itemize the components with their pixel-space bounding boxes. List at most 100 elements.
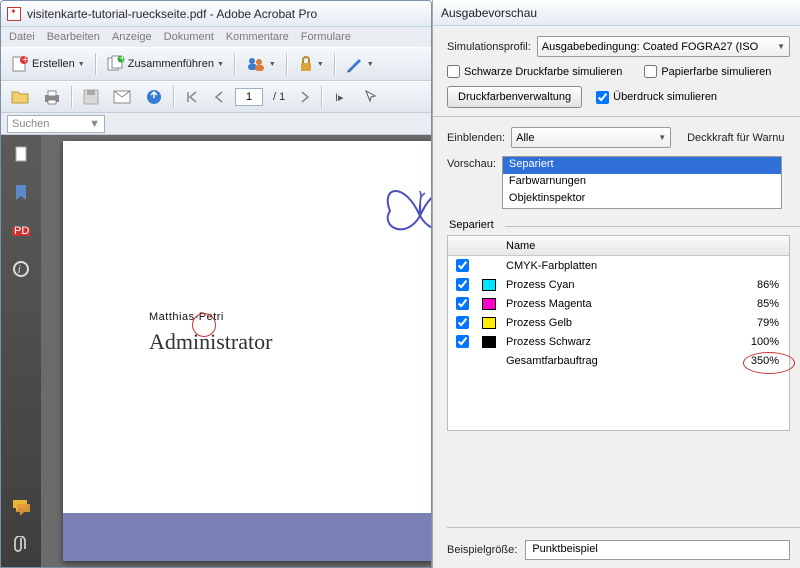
open-button[interactable] — [7, 85, 33, 109]
menu-document[interactable]: Dokument — [164, 31, 214, 43]
sample-size-label: Beispielgröße: — [447, 544, 517, 556]
simulate-overprint-checkbox[interactable]: Überdruck simulieren — [596, 91, 717, 104]
color-swatch — [482, 317, 496, 329]
checkbox-input[interactable] — [596, 91, 609, 104]
content-area: PDF i Matthias-Petri Administrator — [1, 135, 431, 567]
ink-manager-button[interactable]: Druckfarbenverwaltung — [447, 86, 582, 108]
plate-checkbox[interactable] — [456, 297, 469, 310]
plate-checkbox[interactable] — [456, 335, 469, 348]
cursor-icon — [363, 89, 379, 105]
create-pdf-icon: + — [11, 55, 29, 73]
plate-checkbox[interactable] — [456, 278, 469, 291]
search-input[interactable]: Suchen ▼ — [7, 115, 105, 133]
sample-size-field[interactable]: Punktbeispiel — [525, 540, 790, 560]
plate-checkbox[interactable] — [456, 316, 469, 329]
collab-button[interactable]: ▼ — [242, 52, 280, 76]
bookmarks-panel-icon[interactable] — [11, 183, 31, 203]
folder-icon — [11, 89, 29, 105]
plate-name: Gesamtfarbauftrag — [502, 355, 719, 367]
page-nav-prev[interactable] — [209, 85, 229, 109]
acrobat-window: visitenkarte-tutorial-rueckseite.pdf - A… — [0, 0, 432, 568]
card-name: Matthias-Petri — [149, 297, 224, 327]
chevron-down-icon: ▼ — [217, 61, 224, 68]
separator — [286, 53, 288, 75]
table-row: Prozess Gelb79% — [448, 313, 789, 332]
preview-listbox[interactable]: Separiert Farbwarnungen Objektinspektor — [502, 156, 782, 209]
save-button[interactable] — [79, 85, 103, 109]
page-nav-first[interactable] — [181, 85, 203, 109]
secure-button[interactable]: ▼ — [294, 52, 328, 76]
pdf-batch-icon[interactable]: PDF — [11, 221, 31, 241]
menu-edit[interactable]: Bearbeiten — [47, 31, 100, 43]
merge-button[interactable]: + Zusammenführen ▼ — [103, 52, 228, 76]
plate-percent: 86% — [719, 279, 789, 291]
separator — [173, 86, 175, 108]
separations-group-title: Separiert — [449, 219, 790, 231]
people-icon — [246, 55, 266, 73]
menu-file[interactable]: Datei — [9, 31, 35, 43]
pages-panel-icon[interactable] — [11, 145, 31, 165]
menu-view[interactable]: Anzeige — [112, 31, 152, 43]
create-button[interactable]: + Erstellen ▼ — [7, 52, 89, 76]
document-viewport[interactable]: Matthias-Petri Administrator — [41, 135, 431, 567]
simulation-profile-label: Simulationsprofil: — [447, 41, 531, 53]
upload-button[interactable] — [141, 85, 167, 109]
page-total-label: / 1 — [269, 91, 289, 103]
preview-option-colorwarnings[interactable]: Farbwarnungen — [503, 174, 781, 191]
table-row: Prozess Schwarz100% — [448, 332, 789, 351]
separator — [321, 86, 323, 108]
svg-text:PDF: PDF — [14, 225, 30, 237]
plate-checkbox[interactable] — [456, 259, 469, 272]
color-swatch — [482, 279, 496, 291]
email-button[interactable] — [109, 85, 135, 109]
plate-name: Prozess Gelb — [502, 317, 719, 329]
menu-forms[interactable]: Formulare — [301, 31, 351, 43]
hand-tool[interactable] — [359, 85, 383, 109]
sign-button[interactable]: ▼ — [342, 52, 378, 76]
first-page-icon — [185, 90, 199, 104]
checkbox-input[interactable] — [447, 65, 460, 78]
chevron-down-icon: ▼ — [317, 61, 324, 68]
separator — [95, 53, 97, 75]
save-icon — [83, 89, 99, 105]
show-value: Alle — [516, 132, 534, 144]
simulation-profile-dropdown[interactable]: Ausgabebedingung: Coated FOGRA27 (ISO ▼ — [537, 36, 790, 57]
table-row: Prozess Cyan86% — [448, 275, 789, 294]
menu-comments[interactable]: Kommentare — [226, 31, 289, 43]
comments-panel-icon[interactable] — [11, 497, 31, 517]
page-number-input[interactable]: 1 — [235, 88, 263, 106]
nav-sidebar: PDF i — [1, 135, 41, 567]
simulate-black-checkbox[interactable]: Schwarze Druckfarbe simulieren — [447, 65, 622, 78]
separator — [447, 527, 800, 528]
color-swatch — [482, 336, 496, 348]
table-header-row: Name — [448, 236, 789, 256]
chevron-down-icon: ▼ — [777, 42, 785, 51]
mail-icon — [113, 90, 131, 104]
preview-option-separations[interactable]: Separiert — [503, 157, 781, 174]
color-swatch — [482, 298, 496, 310]
attachments-panel-icon[interactable] — [11, 535, 31, 555]
panel-body: Simulationsprofil: Ausgabebedingung: Coa… — [433, 26, 800, 431]
page-nav-next[interactable] — [295, 85, 315, 109]
separator — [71, 86, 73, 108]
merge-icon: + — [107, 55, 125, 73]
checkbox-input[interactable] — [644, 65, 657, 78]
table-row: Gesamtfarbauftrag350% — [448, 351, 789, 370]
globe-upload-icon — [145, 88, 163, 106]
panel-title: Ausgabevorschau — [433, 0, 800, 26]
plate-name: Prozess Cyan — [502, 279, 719, 291]
preview-option-objectinspector[interactable]: Objektinspektor — [503, 191, 781, 208]
show-dropdown[interactable]: Alle ▼ — [511, 127, 671, 148]
svg-text:+: + — [119, 55, 125, 65]
print-button[interactable] — [39, 85, 65, 109]
simulate-paper-checkbox[interactable]: Papierfarbe simulieren — [644, 65, 771, 78]
checkbox-label: Schwarze Druckfarbe simulieren — [464, 66, 622, 78]
plate-percent: 100% — [719, 336, 789, 348]
separator — [234, 53, 236, 75]
select-tool[interactable]: I▸ — [329, 85, 353, 109]
signatures-panel-icon[interactable]: i — [11, 259, 31, 279]
svg-text:i: i — [18, 264, 21, 276]
svg-text:+: + — [22, 55, 28, 66]
window-title: visitenkarte-tutorial-rueckseite.pdf - A… — [27, 7, 317, 21]
sample-size-row: Beispielgröße: Punktbeispiel — [447, 540, 790, 560]
